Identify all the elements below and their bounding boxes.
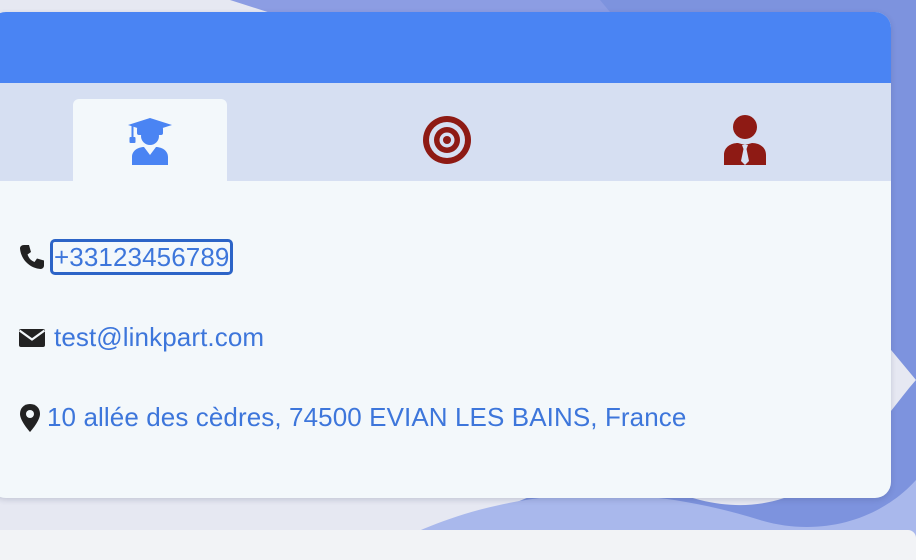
contact-address-row: 10 allée des cèdres, 74500 EVIAN LES BAI… xyxy=(18,402,686,433)
map-pin-icon xyxy=(18,403,48,433)
graduate-icon xyxy=(128,118,172,165)
user-tie-icon xyxy=(724,115,766,165)
tab-bar xyxy=(0,83,891,181)
contact-phone-row: +33123456789 xyxy=(18,239,234,275)
phone-icon xyxy=(18,243,48,271)
target-icon xyxy=(423,116,471,164)
email-link[interactable]: test@linkpart.com xyxy=(54,322,264,353)
card-header xyxy=(0,12,891,83)
bottom-panel xyxy=(0,530,916,560)
envelope-icon xyxy=(18,327,48,349)
tab-profile[interactable] xyxy=(668,99,822,181)
tab-goals[interactable] xyxy=(370,99,524,181)
address-link[interactable]: 10 allée des cèdres, 74500 EVIAN LES BAI… xyxy=(47,402,686,433)
contact-email-row: test@linkpart.com xyxy=(18,322,264,353)
contact-card: +33123456789 test@linkpart.com 10 allée … xyxy=(0,12,891,498)
tab-education[interactable] xyxy=(73,99,227,181)
phone-link[interactable]: +33123456789 xyxy=(50,239,234,275)
